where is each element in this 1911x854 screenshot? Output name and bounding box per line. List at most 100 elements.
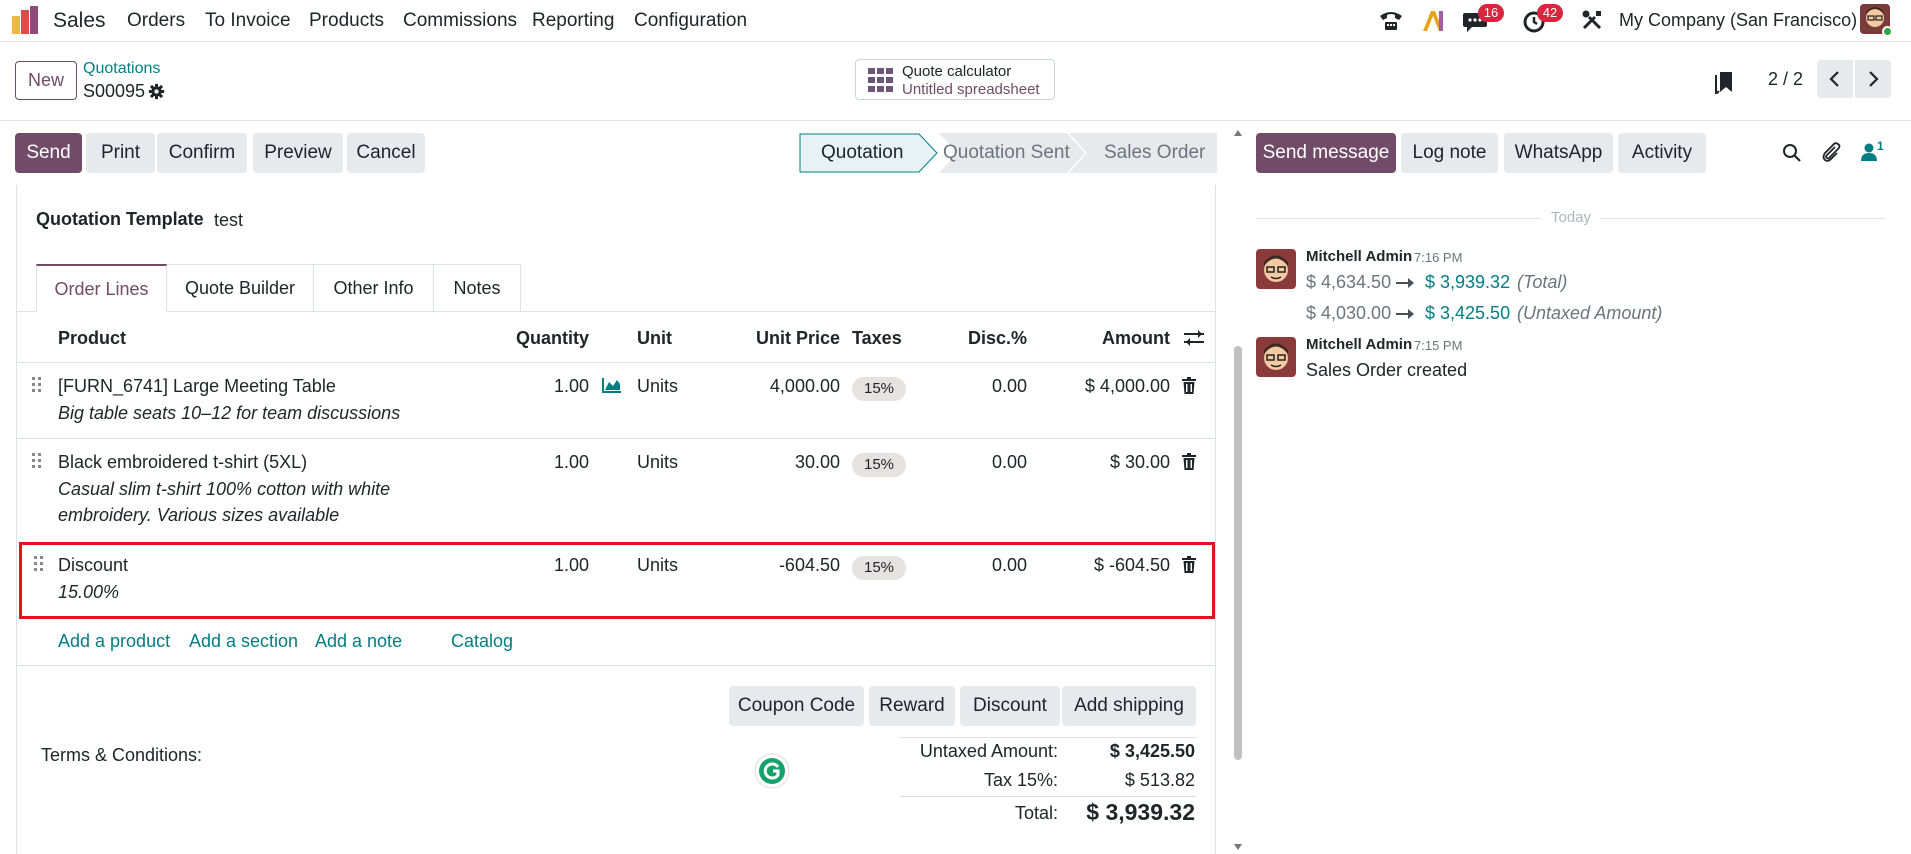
reward-button[interactable]: Reward (869, 686, 955, 726)
trash-icon[interactable] (1182, 556, 1196, 573)
table-bottom-divider (16, 665, 1216, 666)
column-header-product[interactable]: Product (58, 328, 126, 349)
pager-previous-button[interactable] (1817, 60, 1853, 98)
log-note-button[interactable]: Log note (1401, 133, 1498, 173)
tax-value: $ 513.82 (1124, 770, 1195, 790)
menu-commissions[interactable]: Commissions (403, 10, 517, 32)
pager-value[interactable]: 2 / 2 (1768, 69, 1803, 90)
line-product: [FURN_6741] Large Meeting Table (58, 376, 336, 396)
company-switcher[interactable]: My Company (San Francisco) (1619, 10, 1857, 31)
column-header-amount[interactable]: Amount (1070, 328, 1170, 349)
totals-divider (900, 796, 1196, 797)
optional-columns-icon[interactable] (1183, 329, 1205, 347)
table-row[interactable]: Black embroidered t-shirt (5XL) Casual s… (16, 439, 1216, 541)
print-button[interactable]: Print (86, 133, 155, 173)
line-unit: Units (637, 452, 679, 472)
column-header-discount[interactable]: Disc.% (930, 328, 1027, 349)
pager-next-button[interactable] (1855, 60, 1891, 98)
drag-handle-icon[interactable] (33, 555, 45, 573)
followers-icon[interactable] (1860, 142, 1878, 162)
activity-button[interactable]: Activity (1618, 133, 1706, 173)
stage-sales-order[interactable]: Sales Order (1104, 133, 1205, 173)
stage-quotation-sent[interactable]: Quotation Sent (943, 133, 1070, 173)
menu-reporting[interactable]: Reporting (532, 10, 614, 32)
table-row-highlighted[interactable]: Discount 15.00% 1.00 Units -604.50 15% 0… (19, 542, 1215, 619)
menu-configuration[interactable]: Configuration (634, 10, 747, 32)
chatter-avatar[interactable] (1256, 337, 1296, 377)
send-message-button[interactable]: Send message (1256, 133, 1396, 173)
column-header-taxes[interactable]: Taxes (852, 328, 902, 349)
line-description: Big table seats 10–12 for team discussio… (58, 403, 401, 423)
menu-orders[interactable]: Orders (127, 10, 185, 32)
column-header-unit[interactable]: Unit (637, 328, 672, 349)
trash-icon[interactable] (1182, 377, 1196, 394)
message-author[interactable]: Mitchell Admin (1306, 336, 1412, 353)
line-quantity: 1.00 (553, 376, 589, 396)
app-name[interactable]: Sales (53, 9, 106, 33)
whatsapp-button[interactable]: WhatsApp (1504, 133, 1613, 173)
catalog-link[interactable]: Catalog (451, 631, 513, 652)
cancel-button[interactable]: Cancel (347, 133, 425, 173)
confirm-button[interactable]: Confirm (157, 133, 247, 173)
add-section-link[interactable]: Add a section (189, 631, 298, 652)
form-scrollbar[interactable] (1233, 128, 1243, 854)
tab-other-info-label: Other Info (333, 278, 414, 298)
search-icon[interactable] (1782, 143, 1802, 163)
trash-icon[interactable] (1182, 453, 1196, 470)
line-unit-price: 30.00 (794, 452, 840, 472)
tab-other-info[interactable]: Other Info (314, 264, 434, 312)
date-separator-line-right (1601, 218, 1886, 219)
message-time: 7:15 PM (1414, 338, 1463, 353)
line-discount: 0.00 (991, 376, 1027, 396)
phone-icon[interactable] (1378, 10, 1404, 32)
tab-order-lines[interactable]: Order Lines (36, 264, 167, 312)
debug-tools-icon[interactable] (1581, 9, 1603, 31)
line-amount: $ 30.00 (1109, 452, 1170, 472)
line-description-continued: embroidery. Various sizes available (58, 505, 340, 525)
message-author[interactable]: Mitchell Admin (1306, 248, 1412, 265)
send-button[interactable]: Send (15, 133, 82, 173)
tracking-old-value: $ 4,634.50 (1306, 272, 1392, 292)
online-status-dot (1882, 26, 1893, 37)
coupon-code-button[interactable]: Coupon Code (729, 686, 864, 726)
drag-handle-icon[interactable] (31, 376, 43, 394)
tracking-field-name: (Untaxed Amount) (1517, 303, 1663, 323)
line-tax-badge: 15% (852, 377, 906, 401)
discount-button[interactable]: Discount (960, 686, 1060, 726)
bookmark-icon[interactable] (1714, 70, 1734, 94)
tab-notes[interactable]: Notes (434, 264, 521, 312)
stage-quotation[interactable]: Quotation (821, 133, 903, 173)
table-row[interactable]: [FURN_6741] Large Meeting Table Big tabl… (16, 363, 1216, 438)
terms-conditions-label[interactable]: Terms & Conditions: (41, 745, 202, 766)
tab-bar-divider-left (16, 311, 36, 312)
ai-icon[interactable] (1421, 9, 1447, 33)
drag-handle-icon[interactable] (31, 452, 43, 470)
forecast-chart-icon[interactable] (601, 376, 623, 394)
chatter-avatar[interactable] (1256, 249, 1296, 289)
chevron-left-icon (1829, 71, 1839, 87)
quote-calculator-button[interactable]: Quote calculator Untitled spreadsheet (855, 59, 1055, 100)
menu-to-invoice[interactable]: To Invoice (205, 10, 291, 32)
line-tax-badge: 15% (852, 453, 906, 477)
totals-top-border (900, 737, 1196, 738)
add-shipping-button[interactable]: Add shipping (1062, 686, 1196, 726)
tracking-new-value: $ 3,939.32 (1425, 272, 1511, 292)
gear-icon[interactable] (148, 83, 165, 100)
total-label: Total: (1014, 803, 1058, 823)
preview-button[interactable]: Preview (253, 133, 343, 173)
tab-quote-builder[interactable]: Quote Builder (167, 264, 314, 312)
breadcrumb-quotations[interactable]: Quotations (83, 60, 160, 78)
date-separator-line-left (1256, 218, 1541, 219)
add-product-link[interactable]: Add a product (58, 631, 170, 652)
paperclip-icon[interactable] (1820, 141, 1842, 163)
line-product: Black embroidered t-shirt (5XL) (58, 452, 308, 472)
grammarly-icon[interactable] (754, 753, 790, 789)
quotation-template-field[interactable]: test (214, 210, 243, 231)
column-header-quantity[interactable]: Quantity (480, 328, 589, 349)
tracking-field-name: (Total) (1517, 272, 1568, 292)
new-button[interactable]: New (15, 61, 77, 100)
sales-app-icon[interactable] (12, 6, 42, 34)
column-header-unit-price[interactable]: Unit Price (720, 328, 840, 349)
add-note-link[interactable]: Add a note (315, 631, 402, 652)
menu-products[interactable]: Products (309, 10, 384, 32)
